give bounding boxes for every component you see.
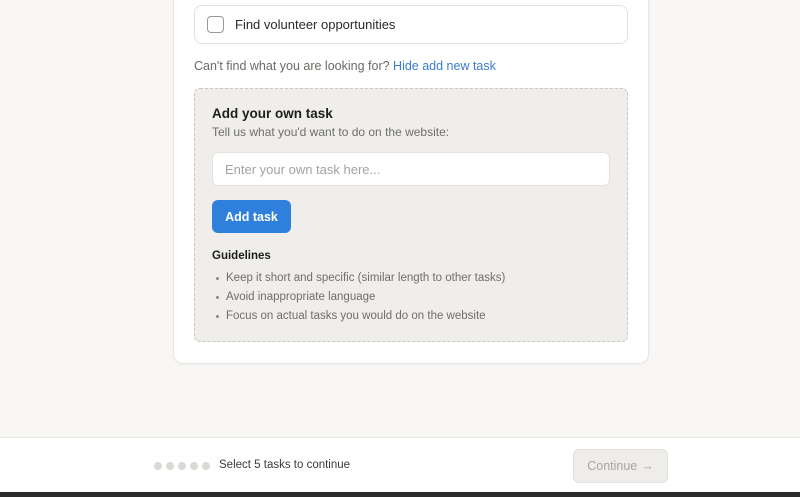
selection-status: Select 5 tasks to continue (219, 459, 351, 471)
own-task-input[interactable] (212, 152, 610, 186)
task-option-label: Find volunteer opportunities (235, 17, 396, 32)
continue-label: Continue (587, 459, 638, 473)
bullet-icon (216, 296, 219, 299)
cant-find-prompt: Can't find what you are looking for? Hid… (194, 59, 496, 73)
arrow-right-icon: → (641, 459, 654, 473)
progress-dots (154, 462, 210, 470)
progress-dot (190, 462, 198, 470)
guideline-item: Avoid inappropriate language (212, 288, 505, 307)
guideline-item: Focus on actual tasks you would do on th… (212, 307, 505, 326)
guideline-item: Keep it short and specific (similar leng… (212, 269, 505, 288)
progress-dot (178, 462, 186, 470)
footer-bar: Select 5 tasks to continue Continue → (0, 437, 800, 492)
add-own-task-subtitle: Tell us what you'd want to do on the web… (212, 125, 450, 139)
guidelines-title: Guidelines (212, 250, 271, 262)
add-own-task-panel: Add your own task Tell us what you'd wan… (194, 88, 628, 342)
continue-button[interactable]: Continue → (573, 449, 668, 483)
window-bottom-edge (0, 492, 800, 497)
progress-dot (154, 462, 162, 470)
task-option-find-volunteer-opportunities[interactable]: Find volunteer opportunities (194, 5, 628, 44)
task-checkbox[interactable] (207, 16, 224, 33)
bullet-icon (216, 315, 219, 318)
add-own-task-title: Add your own task (212, 106, 333, 121)
hide-add-new-task-link[interactable]: Hide add new task (393, 59, 496, 73)
progress-dot (202, 462, 210, 470)
cant-find-text: Can't find what you are looking for? (194, 59, 390, 73)
add-task-button[interactable]: Add task (212, 200, 291, 233)
page: Find volunteer opportunities Can't find … (0, 0, 800, 497)
bullet-icon (216, 277, 219, 280)
progress-dot (166, 462, 174, 470)
guidelines-list: Keep it short and specific (similar leng… (212, 269, 505, 326)
